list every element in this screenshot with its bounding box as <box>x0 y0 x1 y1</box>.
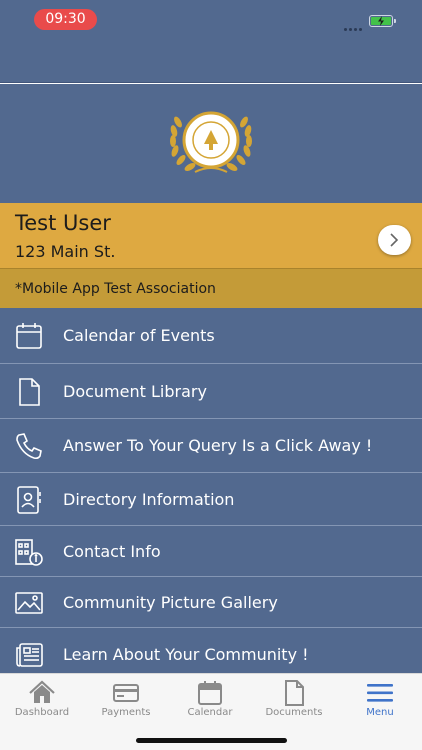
phone-icon <box>16 433 42 460</box>
menu-item-label: Community Picture Gallery <box>63 593 278 612</box>
tab-label: Documents <box>265 707 323 718</box>
tab-label: Menu <box>366 707 394 718</box>
menu-item-learn-community[interactable]: Learn About Your Community ! <box>0 628 422 673</box>
user-profile-card[interactable]: Test User 123 Main St. <box>0 203 422 268</box>
header-logo-area <box>0 84 422 203</box>
document-icon <box>285 680 304 706</box>
document-icon <box>19 378 40 406</box>
menu-item-label: Contact Info <box>63 542 161 561</box>
user-name: Test User <box>15 211 111 235</box>
tab-dashboard[interactable]: Dashboard <box>0 674 84 724</box>
battery-icon <box>369 15 396 27</box>
hamburger-menu-icon <box>367 684 393 702</box>
menu-item-gallery[interactable]: Community Picture Gallery <box>0 577 422 628</box>
tab-label: Dashboard <box>14 707 70 718</box>
user-address: 123 Main St. <box>15 242 116 261</box>
tab-calendar[interactable]: Calendar <box>168 674 252 724</box>
newspaper-icon <box>16 643 43 667</box>
menu-item-document-library[interactable]: Document Library <box>0 364 422 419</box>
home-indicator[interactable] <box>136 738 287 743</box>
building-info-icon <box>15 539 43 566</box>
status-time: 09:30 <box>34 9 97 30</box>
tab-documents[interactable]: Documents <box>252 674 336 724</box>
menu-item-directory[interactable]: Directory Information <box>0 473 422 526</box>
menu-item-query[interactable]: Answer To Your Query Is a Click Away ! <box>0 419 422 473</box>
menu-item-label: Directory Information <box>63 490 235 509</box>
picture-icon <box>15 592 43 614</box>
home-icon <box>29 680 55 703</box>
calendar-icon <box>16 323 42 349</box>
menu-item-label: Answer To Your Query Is a Click Away ! <box>63 436 373 455</box>
menu-item-label: Document Library <box>63 382 207 401</box>
menu-item-contact-info[interactable]: Contact Info <box>0 526 422 577</box>
calendar-icon <box>198 681 222 705</box>
association-bar: *Mobile App Test Association <box>0 268 422 308</box>
credit-card-icon <box>113 684 139 702</box>
status-bar: 09:30 <box>0 0 422 40</box>
navigation-bar <box>0 40 422 83</box>
menu-item-label: Calendar of Events <box>63 326 215 345</box>
tab-label: Payments <box>101 707 151 718</box>
menu-list: Calendar of Events Document Library Answ… <box>0 308 422 673</box>
community-seal-logo <box>170 111 252 173</box>
profile-chevron-button[interactable] <box>378 225 411 255</box>
chevron-right-icon <box>390 233 399 247</box>
association-name: *Mobile App Test Association <box>15 281 216 297</box>
signal-icon <box>344 16 366 31</box>
menu-item-calendar[interactable]: Calendar of Events <box>0 308 422 364</box>
menu-item-label: Learn About Your Community ! <box>63 645 309 664</box>
tab-label: Calendar <box>187 707 233 718</box>
tab-menu[interactable]: Menu <box>338 674 422 724</box>
tab-payments[interactable]: Payments <box>84 674 168 724</box>
contact-book-icon <box>17 486 41 514</box>
